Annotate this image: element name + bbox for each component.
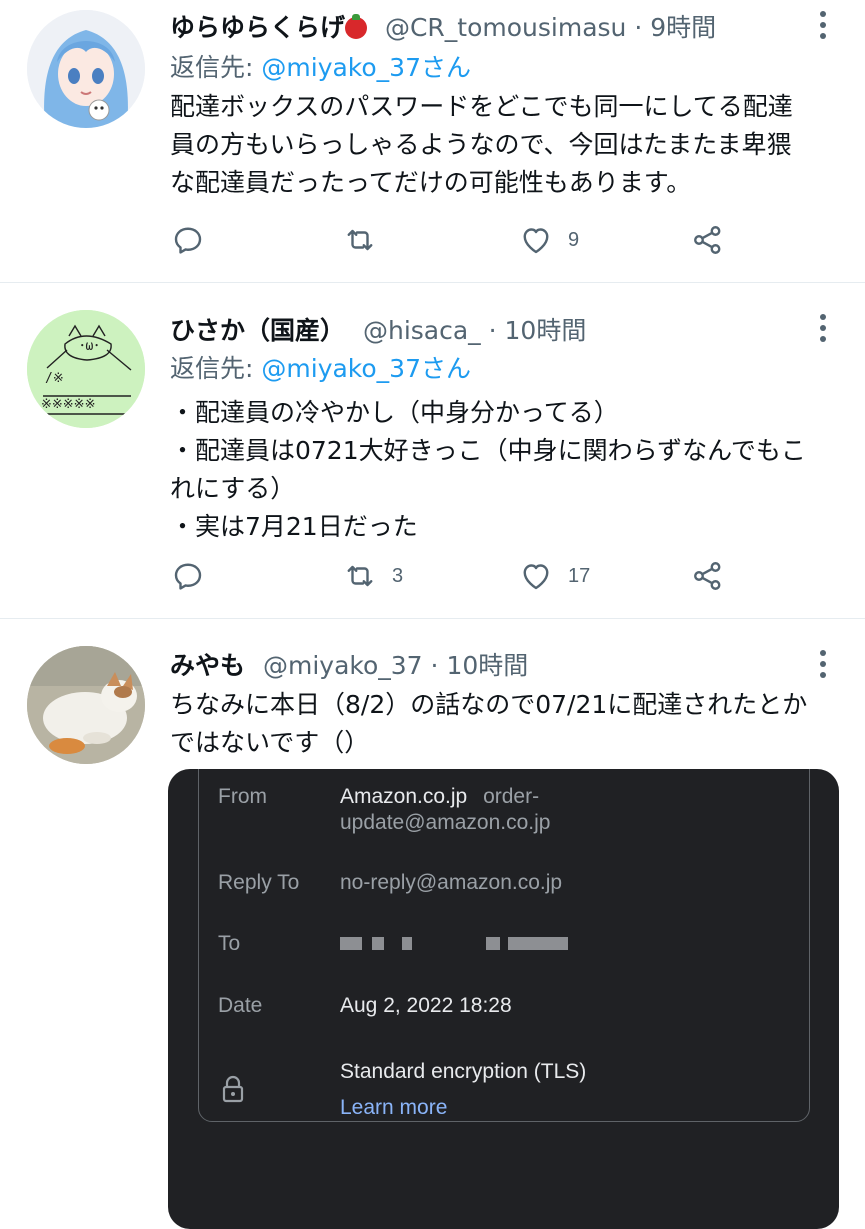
redaction-block xyxy=(372,937,384,950)
attached-email-screenshot[interactable]: From Amazon.co.jp order- update@amazon.c… xyxy=(168,769,839,1229)
tweet-text-line: ではないです（） xyxy=(170,728,370,757)
timestamp[interactable]: 10時間 xyxy=(446,651,528,680)
retweet-icon xyxy=(347,565,373,587)
encryption-text: Standard encryption (TLS) xyxy=(340,1060,587,1083)
more-icon[interactable] xyxy=(819,649,827,679)
cat-photo-avatar-image xyxy=(27,646,145,764)
tweet-actions: 3 17 xyxy=(170,554,750,598)
tweet-text-line: な配達員だったってだけの可能性もあります。 xyxy=(170,168,692,197)
share-button[interactable] xyxy=(690,554,726,598)
tweet-text-line: 員の方もいらっしゃるようなので、今回はたまたま卑猥 xyxy=(170,130,792,159)
to-value-redacted xyxy=(340,937,580,951)
reply-button[interactable] xyxy=(170,218,220,262)
replying-to-user-link[interactable]: @miyako_37さん xyxy=(261,354,471,383)
tweet-text: ちなみに本日（8/2）の話なので07/21に配達されたとか ではないです（） xyxy=(170,686,835,762)
to-label: To xyxy=(218,932,241,955)
tweet-text: 配達ボックスのパスワードをどこでも同一にしてる配達 員の方もいらっしゃるようなの… xyxy=(170,88,835,202)
reply-icon xyxy=(174,227,202,254)
handle[interactable]: @miyako_37 xyxy=(263,651,423,680)
handle[interactable]: @CR_tomousimasu xyxy=(385,13,626,42)
ascii-art-cat-avatar-image: ･ω･ /※ ※※※※※ xyxy=(27,310,145,428)
learn-more-link[interactable]: Learn more xyxy=(340,1095,447,1121)
like-icon xyxy=(523,564,549,590)
avatar[interactable] xyxy=(27,10,145,128)
reply-button[interactable] xyxy=(170,554,220,598)
retweet-icon xyxy=(347,229,373,251)
like-count: 9 xyxy=(568,228,580,251)
tweet-1[interactable]: ゆらゆらくらげ @CR_tomousimasu · 9時間 返信先: @miya… xyxy=(0,0,865,283)
from-name: Amazon.co.jp xyxy=(340,785,468,808)
tweet-text: ・配達員の冷やかし（中身分かってる） ・配達員は0721大好きっこ（中身に関わら… xyxy=(170,394,835,546)
retweet-button[interactable] xyxy=(342,218,392,262)
avatar[interactable] xyxy=(27,646,145,764)
redaction-block xyxy=(402,937,412,950)
redaction-block xyxy=(486,937,500,950)
tweet-text-line: ちなみに本日（8/2）の話なので07/21に配達されたとか xyxy=(170,690,808,719)
like-button[interactable]: 17 xyxy=(518,554,590,598)
svg-text:※※※※※: ※※※※※ xyxy=(41,397,95,412)
avatar[interactable]: ･ω･ /※ ※※※※※ xyxy=(27,310,145,428)
timestamp[interactable]: 9時間 xyxy=(650,13,716,42)
separator-dot: · xyxy=(488,316,497,345)
from-label: From xyxy=(218,785,267,808)
reply-to-label: Reply To xyxy=(218,871,300,894)
tweet-3[interactable]: みやも @miyako_37 · 10時間 ちなみに本日（8/2）の話なので07… xyxy=(0,619,865,1229)
date-value: Aug 2, 2022 18:28 xyxy=(340,994,512,1017)
tweet-text-line: れにする） xyxy=(170,474,296,503)
replying-to: 返信先: @miyako_37さん xyxy=(170,349,471,389)
date-label: Date xyxy=(218,994,263,1017)
handle[interactable]: @hisaca_ xyxy=(363,316,481,345)
more-icon[interactable] xyxy=(819,10,827,40)
redaction-block xyxy=(508,937,568,950)
separator-dot: · xyxy=(430,651,439,680)
lock-icon xyxy=(222,1075,244,1103)
like-button[interactable]: 9 xyxy=(518,218,579,262)
anime-girl-avatar-image xyxy=(27,10,145,128)
redaction-block xyxy=(340,937,362,950)
tweet-text-line: ・配達員の冷やかし（中身分かってる） xyxy=(170,398,619,427)
tweet-2[interactable]: ･ω･ /※ ※※※※※ ひさか（国産） @hisaca_ · 10時間 返信先… xyxy=(0,283,865,619)
retweet-button[interactable]: 3 xyxy=(342,554,403,598)
svg-text:/※: /※ xyxy=(45,371,64,386)
from-address-part2: update@amazon.co.jp xyxy=(340,811,551,834)
tweet-header: みやも @miyako_37 · 10時間 xyxy=(170,646,785,686)
from-value: Amazon.co.jp order- update@amazon.co.jp xyxy=(340,784,550,836)
display-name[interactable]: ゆらゆらくらげ xyxy=(170,13,345,42)
display-name[interactable]: みやも xyxy=(170,651,245,680)
display-name[interactable]: ひさか（国産） xyxy=(170,316,345,345)
more-icon[interactable] xyxy=(819,313,827,343)
share-icon xyxy=(694,226,721,254)
tweet-actions: 9 xyxy=(170,218,750,262)
timestamp[interactable]: 10時間 xyxy=(505,316,587,345)
share-icon xyxy=(694,562,721,590)
like-count: 17 xyxy=(568,564,591,587)
retweet-count: 3 xyxy=(392,564,404,587)
like-icon xyxy=(523,228,549,254)
svg-text:･ω･: ･ω･ xyxy=(79,339,100,354)
replying-to-user-link[interactable]: @miyako_37さん xyxy=(261,53,471,82)
tomato-emoji-icon xyxy=(345,14,368,39)
reply-icon xyxy=(174,563,202,590)
encryption-info: Standard encryption (TLS) Learn more xyxy=(340,1059,586,1121)
replying-to: 返信先: @miyako_37さん xyxy=(170,48,471,88)
tweet-text-line: 配達ボックスのパスワードをどこでも同一にしてる配達 xyxy=(170,92,793,121)
from-address-part1: order- xyxy=(483,785,540,808)
tweet-text-line: ・配達員は0721大好きっこ（中身に関わらずなんでもこ xyxy=(170,436,806,465)
tweet-header: ひさか（国産） @hisaca_ · 10時間 xyxy=(170,311,785,351)
tweet-text-line: ・実は7月21日だった xyxy=(170,512,418,541)
share-button[interactable] xyxy=(690,218,726,262)
tweet-header: ゆらゆらくらげ @CR_tomousimasu · 9時間 xyxy=(170,8,785,48)
separator-dot: · xyxy=(634,13,643,42)
replying-to-label: 返信先: xyxy=(170,53,254,82)
reply-to-value: no-reply@amazon.co.jp xyxy=(340,871,563,894)
replying-to-label: 返信先: xyxy=(170,354,254,383)
